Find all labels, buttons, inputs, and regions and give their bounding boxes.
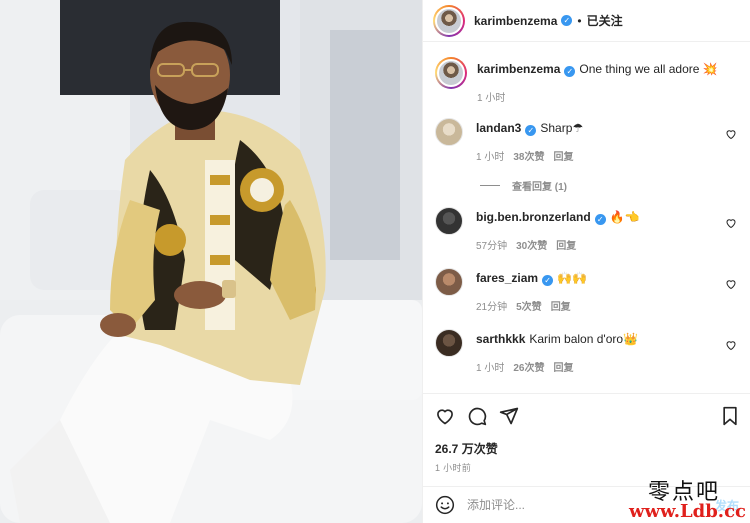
- post-header: karimbenzema ✓ • 已关注: [423, 0, 750, 42]
- verified-icon: ✓: [525, 125, 537, 136]
- comment-username[interactable]: sarthkkk: [476, 332, 525, 346]
- verified-icon: ✓: [564, 66, 576, 77]
- comment-likes[interactable]: 38次赞: [513, 148, 544, 163]
- author-avatar[interactable]: [433, 4, 465, 37]
- heart-icon[interactable]: [725, 217, 737, 229]
- post-timestamp: 1 小时前: [435, 463, 472, 473]
- reply-button[interactable]: 回复: [551, 298, 571, 313]
- comment-text: 🔥👈: [609, 210, 640, 224]
- verified-icon: ✓: [561, 15, 573, 26]
- heart-icon[interactable]: [725, 339, 737, 351]
- comment-item: big.ben.bronzerland ✓ 🔥👈 57分钟 30次赞 回复: [435, 207, 741, 252]
- divider: [480, 185, 500, 186]
- caption-emoji: 💥: [702, 62, 718, 76]
- smiley-icon[interactable]: [435, 495, 455, 515]
- post-side-panel: karimbenzema ✓ • 已关注 karimbenzema ✓ One th…: [422, 0, 750, 523]
- reply-button[interactable]: 回复: [553, 359, 573, 374]
- caption-time: 1 小时: [477, 93, 506, 104]
- post-actions: 26.7 万次赞 1 小时前: [423, 393, 750, 483]
- comment-icon[interactable]: [467, 406, 487, 426]
- likes-count[interactable]: 26.7 万次赞: [435, 440, 498, 457]
- commenter-avatar[interactable]: [435, 329, 463, 357]
- caption-text: One thing we all adore: [579, 62, 700, 76]
- caption-row: karimbenzema ✓ One thing we all adore 💥 1 …: [435, 57, 741, 104]
- bookmark-icon[interactable]: [721, 406, 739, 426]
- comment-item: fares_ziam ✓ 🙌🙌 21分钟 5次赞 回复: [435, 268, 741, 313]
- post-photo[interactable]: [0, 0, 422, 523]
- heart-icon[interactable]: [725, 128, 737, 140]
- caption-username[interactable]: karimbenzema: [477, 62, 560, 76]
- instagram-post-modal: karimbenzema ✓ • 已关注 karimbenzema ✓ One th…: [0, 0, 750, 523]
- comment-time: 21分钟: [476, 302, 508, 313]
- comment-item: sarthkkk Karim balon d'oro👑 1 小时 26次赞 回复: [435, 329, 741, 374]
- comment-text: Sharp☂: [540, 121, 584, 135]
- commenter-avatar[interactable]: [435, 268, 463, 296]
- separator: •: [577, 13, 582, 28]
- heart-icon[interactable]: [435, 406, 455, 426]
- comment-likes[interactable]: 26次赞: [513, 359, 544, 374]
- author-username[interactable]: karimbenzema: [474, 14, 557, 28]
- comment-time: 1 小时: [476, 152, 505, 163]
- comment-text: 🙌🙌: [557, 271, 587, 285]
- comment-time: 1 小时: [476, 363, 505, 374]
- follow-status-button[interactable]: 已关注: [587, 12, 623, 29]
- reply-button[interactable]: 回复: [553, 148, 573, 163]
- commenter-avatar[interactable]: [435, 118, 463, 146]
- author-avatar[interactable]: [435, 57, 467, 89]
- commenter-avatar[interactable]: [435, 207, 463, 235]
- verified-icon: ✓: [542, 275, 554, 286]
- reply-button[interactable]: 回复: [556, 237, 576, 252]
- share-icon[interactable]: [499, 406, 519, 426]
- comment-username[interactable]: fares_ziam: [476, 271, 538, 285]
- comment-likes[interactable]: 30次赞: [516, 237, 547, 252]
- comments-list[interactable]: karimbenzema ✓ One thing we all adore 💥 1 …: [423, 43, 750, 393]
- view-replies-button[interactable]: 查看回复 (1): [480, 178, 567, 193]
- view-replies-label: 查看回复 (1): [512, 182, 567, 193]
- watermark-url: www.Ldb.cc: [629, 501, 746, 522]
- comment-input[interactable]: [467, 498, 647, 512]
- comment-username[interactable]: big.ben.bronzerland: [476, 210, 591, 224]
- photo-illustration: [0, 0, 422, 523]
- verified-icon: ✓: [594, 214, 606, 225]
- comment-text: Karim balon d'oro👑: [529, 332, 638, 346]
- comment-item: landan3 ✓ Sharp☂ 1 小时 38次赞 回复: [435, 118, 741, 163]
- heart-icon[interactable]: [725, 278, 737, 290]
- comment-username[interactable]: landan3: [476, 121, 521, 135]
- comment-likes[interactable]: 5次赞: [516, 298, 542, 313]
- comment-time: 57分钟: [476, 241, 508, 252]
